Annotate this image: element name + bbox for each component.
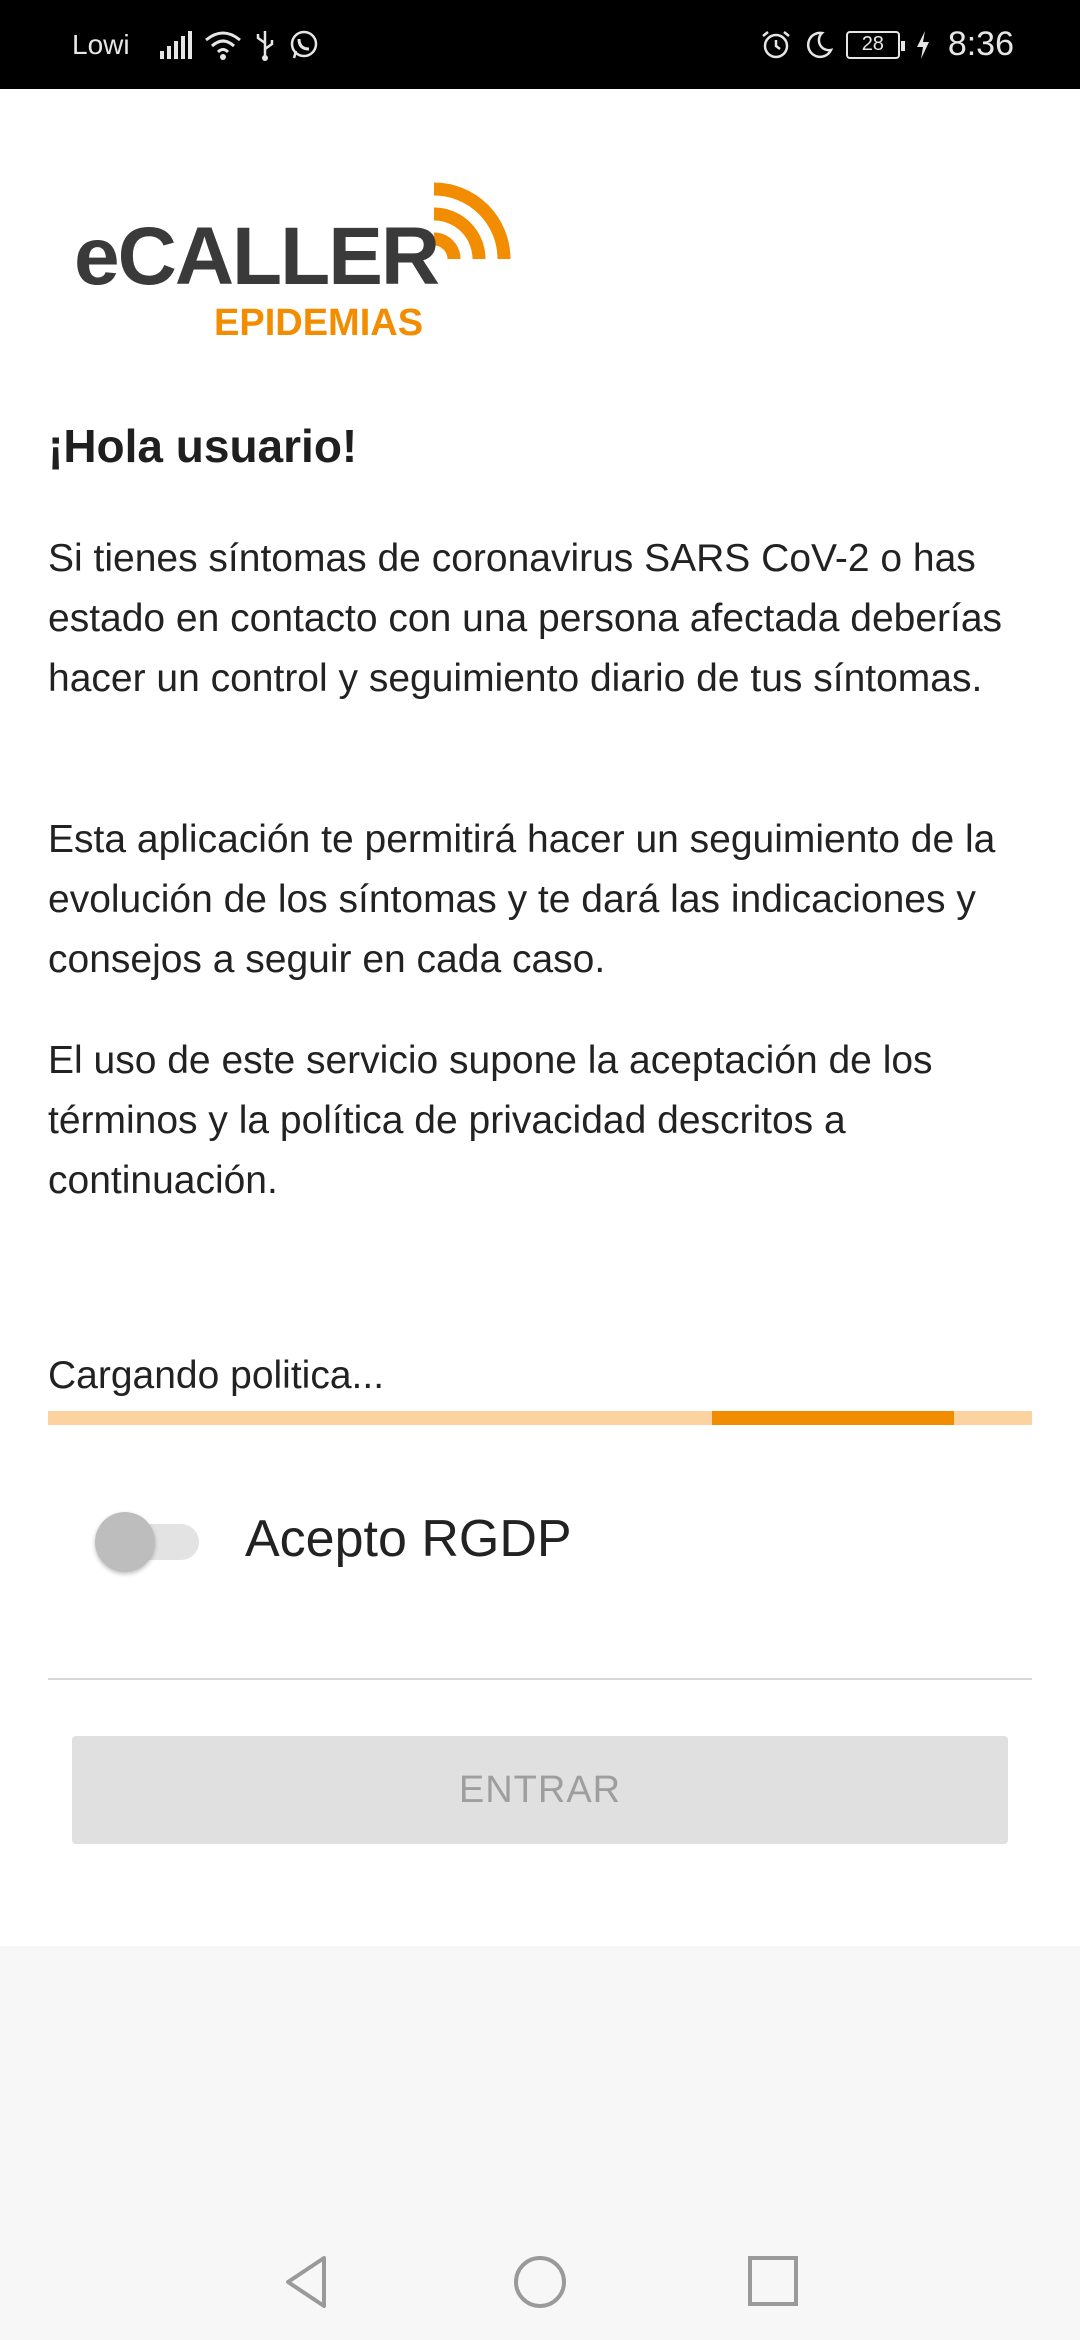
- alarm-icon: [760, 29, 792, 61]
- greeting-title: ¡Hola usuario!: [48, 420, 358, 472]
- charging-icon: [916, 30, 930, 59]
- progress-indicator: [712, 1411, 954, 1425]
- carrier-name: Lowi: [72, 28, 130, 60]
- intro-paragraph-1: Si tienes síntomas de coronavirus SARS C…: [48, 537, 1003, 700]
- consent-label: Acepto RGDP: [245, 1510, 572, 1568]
- ecaller-logo: eCALLER EPIDEMIAS: [74, 169, 514, 349]
- consent-row[interactable]: Acepto RGDP: [95, 1509, 572, 1572]
- usb-icon: [254, 29, 276, 61]
- enter-button[interactable]: ENTRAR: [72, 1736, 1008, 1844]
- loading-progress-bar: [48, 1411, 1032, 1425]
- clock: 8:36: [947, 25, 1014, 63]
- switch-thumb: [95, 1512, 155, 1572]
- logo-brand-text: eCALLER: [74, 211, 439, 302]
- battery-level: 28: [861, 33, 884, 55]
- battery-indicator: 28: [845, 30, 905, 59]
- signal-icon: [159, 30, 192, 59]
- logo-subtitle-text: EPIDEMIAS: [214, 302, 423, 344]
- main-card: eCALLER EPIDEMIAS ¡Hola usuario! Si tien…: [0, 89, 1080, 1946]
- divider: [48, 1678, 1032, 1680]
- loading-policy-label: Cargando politica...: [48, 1354, 385, 1397]
- status-bar-left: Lowi: [72, 29, 320, 61]
- recents-icon[interactable]: [744, 2252, 804, 2312]
- wifi-icon: [204, 30, 242, 60]
- whatsapp-icon: [288, 29, 320, 61]
- status-bar: Lowi 28 8:36: [0, 0, 1080, 89]
- status-bar-right: 28 8:36: [760, 25, 1014, 64]
- home-icon[interactable]: [510, 2252, 570, 2312]
- intro-paragraph-3: El uso de este servicio supone la acepta…: [48, 1039, 933, 1202]
- consent-switch[interactable]: [95, 1509, 199, 1572]
- intro-paragraph-2: Esta aplicación te permitirá hacer un se…: [48, 818, 996, 981]
- moon-icon: [804, 30, 834, 60]
- back-icon[interactable]: [278, 2252, 338, 2312]
